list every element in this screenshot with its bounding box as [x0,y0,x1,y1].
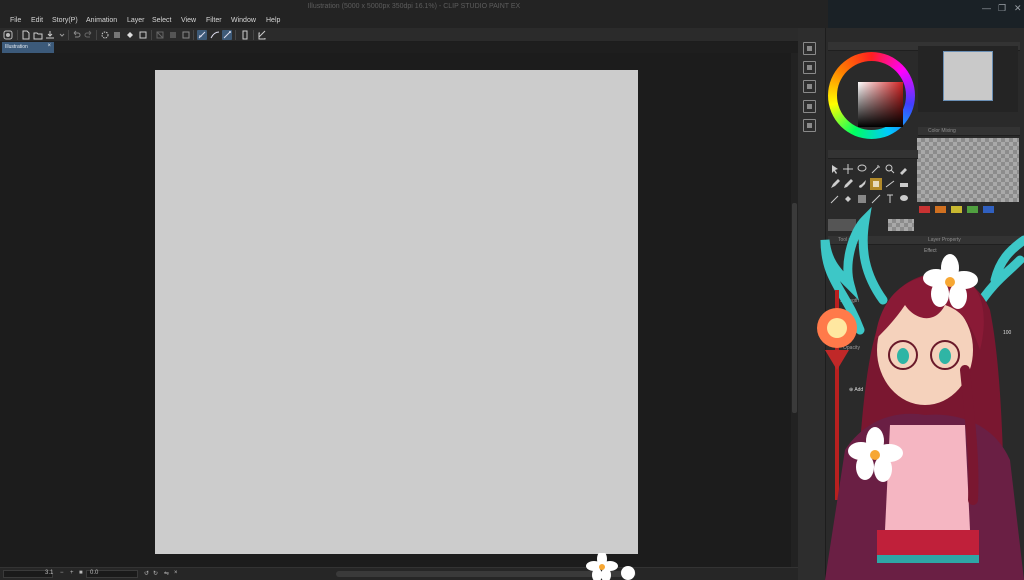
menu-animation[interactable]: Animation [86,17,117,24]
vtuber-avatar-overlay [765,200,1024,580]
status-bar: 3.1 − + ■ 0.0 ↺ ↻ ⇋ × [0,567,828,580]
redo-icon[interactable] [84,30,94,40]
rotate-right-icon[interactable]: ↻ [153,570,158,577]
menu-bar: File Edit Story(P) Animation Layer Selec… [0,14,828,28]
menu-filter[interactable]: Filter [206,17,222,24]
link-icon[interactable] [257,30,267,40]
brush-tool-icon[interactable] [856,178,868,190]
snap-to-special-ruler-icon[interactable] [210,30,220,40]
sub-tool-header[interactable] [828,150,918,159]
new-file-icon[interactable] [21,30,31,40]
command-bar [0,28,828,42]
menu-file[interactable]: File [10,17,21,24]
color-saturation-square[interactable] [858,82,903,127]
menu-layer[interactable]: Layer [127,17,145,24]
material-panel-icon-5[interactable] [803,119,816,132]
title-bar-right: — ❐ ✕ [828,0,1024,28]
eyedropper-tool-icon[interactable] [898,163,910,175]
reset-icon[interactable]: × [174,570,178,576]
pencil-tool-icon[interactable] [842,178,854,190]
zoom-out-icon[interactable]: − [60,570,64,576]
selection-tool-icon[interactable] [829,163,841,175]
snap-icon[interactable] [168,30,178,40]
minimize-button[interactable]: — [982,3,991,13]
airbrush-tool-icon[interactable] [870,178,882,190]
fit-icon[interactable]: ■ [79,570,83,576]
material-panel-icon-2[interactable] [803,61,816,74]
move-tool-icon[interactable] [842,163,854,175]
clear-icon[interactable] [100,30,110,40]
menu-window[interactable]: Window [231,17,256,24]
menu-story[interactable]: Story(P) [52,17,78,24]
undo-icon[interactable] [71,30,81,40]
rotation-value: 0.0 [90,570,99,576]
snap-to-ruler-icon[interactable] [197,30,207,40]
flower-decoration [578,551,638,580]
drawing-canvas[interactable] [155,70,638,554]
close-window-button[interactable]: ✕ [1014,3,1022,14]
fill-icon[interactable] [125,30,135,40]
document-tab-strip: Illustration × [0,42,798,53]
color-wheel-panel-header[interactable] [828,42,918,51]
ruler-snap-icon[interactable] [181,30,191,40]
open-file-icon[interactable] [33,30,43,40]
save-icon[interactable] [45,30,55,40]
expand-icon[interactable] [138,30,148,40]
hide-selection-icon[interactable] [155,30,165,40]
device-icon[interactable] [240,30,250,40]
navigator-preview[interactable] [943,51,993,101]
lasso-tool-icon[interactable] [856,163,868,175]
zoom-in-icon[interactable]: + [70,570,74,576]
material-panel-icon[interactable] [803,42,816,55]
title-bar: Illustration (5000 x 5000px 350dpi 16.1%… [0,0,828,14]
color-mixing-title: Color Mixing [928,128,956,134]
snap-to-grid-icon[interactable] [222,30,232,40]
color-wheel[interactable] [828,52,915,139]
zoom-tool-icon[interactable] [884,163,896,175]
zoom-value: 3.1 [45,570,54,576]
app-logo-icon[interactable] [3,30,13,40]
close-tab-button[interactable]: × [47,43,51,49]
clear-outside-icon[interactable] [112,30,122,40]
document-tab[interactable]: Illustration × [2,42,54,53]
restore-button[interactable]: ❐ [998,3,1006,14]
decoration-tool-icon[interactable] [884,178,896,190]
magic-wand-icon[interactable] [870,163,882,175]
window-title: Illustration (5000 x 5000px 350dpi 16.1%… [307,3,521,10]
document-tab-label: Illustration [5,44,28,50]
pen-tool-icon[interactable] [829,178,841,190]
menu-select[interactable]: Select [152,17,171,24]
flip-icon[interactable]: ⇋ [164,570,169,577]
color-mixing-header[interactable]: Color Mixing [918,127,1020,136]
color-mixing-canvas[interactable] [917,138,1019,202]
eraser-tool-icon[interactable] [898,178,910,190]
menu-view[interactable]: View [181,17,196,24]
material-panel-icon-3[interactable] [803,80,816,93]
menu-help[interactable]: Help [266,17,280,24]
rotate-left-icon[interactable]: ↺ [144,570,149,577]
chevron-down-icon[interactable] [57,30,67,40]
material-panel-icon-4[interactable] [803,100,816,113]
menu-edit[interactable]: Edit [31,17,43,24]
